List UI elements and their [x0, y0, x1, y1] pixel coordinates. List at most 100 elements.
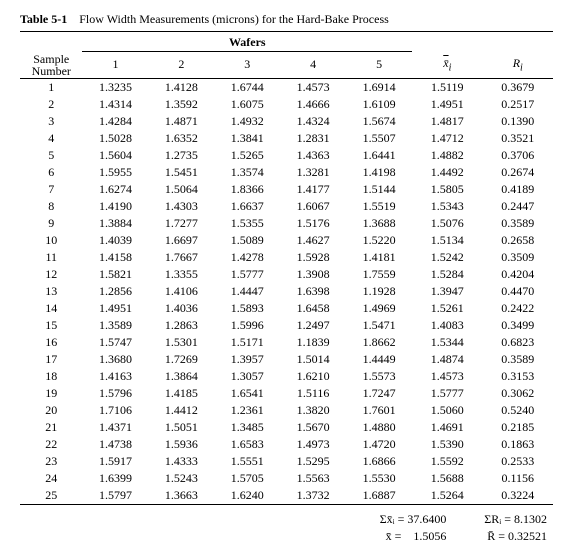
wafer-value-cell: 1.3663: [148, 487, 214, 505]
xbar-cell: 1.3947: [412, 283, 482, 300]
range-cell: 0.2533: [483, 453, 553, 470]
wafer-value-cell: 1.4627: [280, 232, 346, 249]
wafer-value-cell: 1.2361: [214, 402, 280, 419]
xbar-cell: 1.5805: [412, 181, 482, 198]
table-row: 251.57971.36631.62401.37321.68871.52640.…: [20, 487, 553, 505]
wafer-value-cell: 1.5451: [148, 164, 214, 181]
range-cell: 0.1390: [483, 113, 553, 130]
table-row: 161.57471.53011.51711.18391.86621.53440.…: [20, 334, 553, 351]
wafer-value-cell: 1.3592: [148, 96, 214, 113]
table-row: 51.56041.27351.52651.43631.64411.48820.3…: [20, 147, 553, 164]
wafer-value-cell: 1.6887: [346, 487, 412, 505]
xbar-cell: 1.4882: [412, 147, 482, 164]
wafer-value-cell: 1.4324: [280, 113, 346, 130]
wafer-value-cell: 1.4447: [214, 283, 280, 300]
wafer-value-cell: 1.3574: [214, 164, 280, 181]
table-row: 41.50281.63521.38411.28311.55071.47120.3…: [20, 130, 553, 147]
xbar-cell: 1.5134: [412, 232, 482, 249]
sample-number-cell: 8: [20, 198, 82, 215]
wafer-value-cell: 1.5955: [82, 164, 148, 181]
wafer-value-cell: 1.4973: [280, 436, 346, 453]
wafer-value-cell: 1.4303: [148, 198, 214, 215]
range-cell: 0.2185: [483, 419, 553, 436]
wafer-value-cell: 1.5176: [280, 215, 346, 232]
table-row: 221.47381.59361.65831.49731.47201.53900.…: [20, 436, 553, 453]
sample-number-cell: 18: [20, 368, 82, 385]
range-cell: 0.3509: [483, 249, 553, 266]
sample-number-cell: 22: [20, 436, 82, 453]
xbar-cell: 1.5264: [412, 487, 482, 505]
table-row: 21.43141.35921.60751.46661.61091.49510.2…: [20, 96, 553, 113]
wafer-value-cell: 1.3589: [82, 317, 148, 334]
wafer-value-cell: 1.4738: [82, 436, 148, 453]
wafer-value-cell: 1.4185: [148, 385, 214, 402]
table-row: 11.32351.41281.67441.45731.69141.51190.3…: [20, 78, 553, 96]
table-row: 141.49511.40361.58931.64581.49691.52610.…: [20, 300, 553, 317]
wafer-value-cell: 1.4932: [214, 113, 280, 130]
wafer-value-cell: 1.3680: [82, 351, 148, 368]
range-cell: 0.3706: [483, 147, 553, 164]
sample-number-cell: 11: [20, 249, 82, 266]
xbar-cell: 1.4573: [412, 368, 482, 385]
table-caption: Flow Width Measurements (microns) for th…: [79, 12, 389, 26]
sample-number-cell: 2: [20, 96, 82, 113]
wafer-value-cell: 1.8366: [214, 181, 280, 198]
wafer-value-cell: 1.5471: [346, 317, 412, 334]
wafer-value-cell: 1.4128: [148, 78, 214, 96]
wafer-value-cell: 1.5171: [214, 334, 280, 351]
wafer-value-cell: 1.4163: [82, 368, 148, 385]
wafer-value-cell: 1.6697: [148, 232, 214, 249]
sample-number-cell: 25: [20, 487, 82, 505]
range-cell: 0.1156: [483, 470, 553, 487]
wafer-value-cell: 1.3884: [82, 215, 148, 232]
table-row: 131.28561.41061.44471.63981.19281.39470.…: [20, 283, 553, 300]
wafer-value-cell: 1.5144: [346, 181, 412, 198]
table-row: 211.43711.50511.34851.56701.48801.46910.…: [20, 419, 553, 436]
xbar-cell: 1.5076: [412, 215, 482, 232]
sample-number-cell: 10: [20, 232, 82, 249]
range-cell: 0.3679: [483, 78, 553, 96]
xbar-cell: 1.5344: [412, 334, 482, 351]
table-row: 231.59171.43331.55511.52951.68661.55920.…: [20, 453, 553, 470]
table-row: 91.38841.72771.53551.51761.36881.50760.3…: [20, 215, 553, 232]
sample-number-cell: 5: [20, 147, 82, 164]
wafer-value-cell: 1.7269: [148, 351, 214, 368]
xbar-cell: 1.4492: [412, 164, 482, 181]
wafer-value-cell: 1.5265: [214, 147, 280, 164]
wafer-value-cell: 1.2831: [280, 130, 346, 147]
wafer-value-cell: 1.4284: [82, 113, 148, 130]
wafer-value-cell: 1.4198: [346, 164, 412, 181]
wafer-value-cell: 1.6441: [346, 147, 412, 164]
wafer-value-cell: 1.6075: [214, 96, 280, 113]
wafer-value-cell: 1.5936: [148, 436, 214, 453]
wafer-value-cell: 1.5670: [280, 419, 346, 436]
wafer-value-cell: 1.7601: [346, 402, 412, 419]
table-row: 111.41581.76671.42781.59281.41811.52420.…: [20, 249, 553, 266]
range-cell: 0.4470: [483, 283, 553, 300]
wafer-value-cell: 1.4951: [82, 300, 148, 317]
wafer-value-cell: 1.4880: [346, 419, 412, 436]
sample-number-cell: 20: [20, 402, 82, 419]
xbar-cell: 1.5284: [412, 266, 482, 283]
range-cell: 0.3521: [483, 130, 553, 147]
wafer-value-cell: 1.3841: [214, 130, 280, 147]
sample-number-cell: 6: [20, 164, 82, 181]
wafer-value-cell: 1.4177: [280, 181, 346, 198]
xbar-cell: 1.5390: [412, 436, 482, 453]
range-cell: 0.6823: [483, 334, 553, 351]
wafer-value-cell: 1.4720: [346, 436, 412, 453]
xbar-cell: 1.5119: [412, 78, 482, 96]
wafer-value-cell: 1.5996: [214, 317, 280, 334]
wafer-value-cell: 1.7277: [148, 215, 214, 232]
col-3-header: 3: [214, 52, 280, 79]
wafer-value-cell: 1.5674: [346, 113, 412, 130]
range-cell: 0.2422: [483, 300, 553, 317]
wafer-value-cell: 1.4371: [82, 419, 148, 436]
wafer-value-cell: 1.2735: [148, 147, 214, 164]
xbar-cell: 1.5777: [412, 385, 482, 402]
wafer-value-cell: 1.3485: [214, 419, 280, 436]
wafer-value-cell: 1.4969: [346, 300, 412, 317]
wafer-value-cell: 1.5243: [148, 470, 214, 487]
wafer-value-cell: 1.4278: [214, 249, 280, 266]
range-cell: 0.2517: [483, 96, 553, 113]
